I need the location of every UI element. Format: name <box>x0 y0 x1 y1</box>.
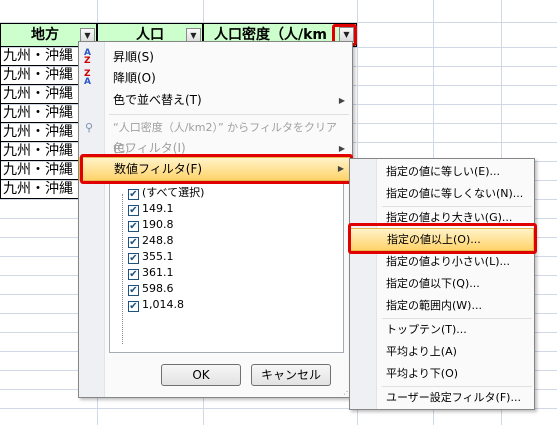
menu-item-label: 指定の値に等しくない(N)... <box>386 187 524 200</box>
menu-item-label: ユーザー設定フィルタ(F)... <box>386 391 521 404</box>
list-item-label: 355.1 <box>142 250 174 263</box>
menu-item-clear-filter[interactable]: ⚲ “人口密度（人/km2）” からフィルタをクリア(C) <box>79 117 352 155</box>
list-item-label: 149.1 <box>142 202 174 215</box>
list-item-label: 190.8 <box>142 218 174 231</box>
list-item[interactable]: ✔ 361.1 <box>128 265 174 280</box>
submenu-item-between[interactable]: 指定の範囲内(W)... <box>350 295 534 317</box>
menu-item-sort-ascending[interactable]: AZ 昇順(S) <box>79 47 352 68</box>
checkbox-checked-icon[interactable]: ✔ <box>128 205 139 216</box>
menu-item-sort-descending[interactable]: ZA 降順(O) <box>79 68 352 89</box>
cancel-button[interactable]: キャンセル <box>251 364 331 386</box>
list-item[interactable]: ✔ (すべて選択) <box>128 185 204 200</box>
checkbox-checked-icon[interactable]: ✔ <box>128 189 139 200</box>
submenu-item-custom-filter[interactable]: ユーザー設定フィルタ(F)... <box>350 387 534 409</box>
highlight-greater-or-equal <box>348 223 537 254</box>
menu-item-label: 指定の値に等しい(E)... <box>386 165 501 178</box>
checkbox-checked-icon[interactable]: ✔ <box>128 237 139 248</box>
menu-item-label: 平均より下(O) <box>386 367 459 380</box>
menu-item-sort-by-color[interactable]: 色で並べ替え(T) ▶ <box>79 90 352 111</box>
sort-ascending-icon: AZ <box>84 48 91 66</box>
submenu-item-not-equals[interactable]: 指定の値に等しくない(N)... <box>350 183 534 205</box>
submenu-item-equals[interactable]: 指定の値に等しい(E)... <box>350 161 534 183</box>
menu-item-label: 指定の範囲内(W)... <box>386 299 482 312</box>
menu-item-label: 昇順(S) <box>113 50 154 64</box>
list-item-label: (すべて選択) <box>142 186 205 199</box>
checkbox-checked-icon[interactable]: ✔ <box>128 301 139 312</box>
list-item-label: 361.1 <box>142 266 174 279</box>
submenu-item-below-average[interactable]: 平均より下(O) <box>350 363 534 385</box>
number-filter-submenu: 指定の値に等しい(E)... 指定の値に等しくない(N)... 指定の値より大き… <box>349 158 535 410</box>
submenu-item-less-than[interactable]: 指定の値より小さい(L)... <box>350 251 534 273</box>
list-item[interactable]: ✔ 149.1 <box>128 201 174 216</box>
submenu-arrow-icon: ▶ <box>338 96 345 105</box>
autofilter-menu: AZ 昇順(S) ZA 降順(O) 色で並べ替え(T) ▶ ⚲ “人口密度（人/… <box>78 41 353 398</box>
list-item[interactable]: ✔ 248.8 <box>128 233 174 248</box>
menu-item-label: 指定の値より小さい(L)... <box>386 255 510 268</box>
filter-value-list[interactable]: ✔ (すべて選択) ✔ 149.1 ✔ 190.8 ✔ 248.8 ✔ 355.1 ✔ 36… <box>109 181 344 353</box>
ok-button[interactable]: OK <box>161 364 241 386</box>
clear-filter-icon: ⚲ <box>85 121 94 134</box>
menu-separator <box>109 114 349 115</box>
tree-line <box>122 194 123 344</box>
highlight-number-filter <box>80 154 353 184</box>
checkbox-checked-icon[interactable]: ✔ <box>128 253 139 264</box>
menu-item-label: トップテン(T)... <box>386 323 467 336</box>
list-item-label: 598.6 <box>142 282 174 295</box>
menu-item-label: 色で並べ替え(T) <box>113 93 202 107</box>
checkbox-checked-icon[interactable]: ✔ <box>128 285 139 296</box>
list-item[interactable]: ✔ 355.1 <box>128 249 174 264</box>
list-item-label: 248.8 <box>142 234 174 247</box>
list-item[interactable]: ✔ 1,014.8 <box>128 297 184 312</box>
checkbox-checked-icon[interactable]: ✔ <box>128 269 139 280</box>
checkbox-checked-icon[interactable]: ✔ <box>128 221 139 232</box>
header-label: 地方 <box>31 27 59 43</box>
submenu-item-less-or-equal[interactable]: 指定の値以下(Q)... <box>350 273 534 295</box>
list-item[interactable]: ✔ 598.6 <box>128 281 174 296</box>
submenu-item-top-ten[interactable]: トップテン(T)... <box>350 319 534 341</box>
menu-item-label: 平均より上(A) <box>386 345 457 358</box>
submenu-item-above-average[interactable]: 平均より上(A) <box>350 341 534 363</box>
list-item[interactable]: ✔ 190.8 <box>128 217 174 232</box>
sort-descending-icon: ZA <box>84 69 91 87</box>
menu-item-label: 指定の値以下(Q)... <box>386 277 480 290</box>
list-item-label: 1,014.8 <box>142 298 184 311</box>
menu-item-label: 降順(O) <box>113 71 156 85</box>
